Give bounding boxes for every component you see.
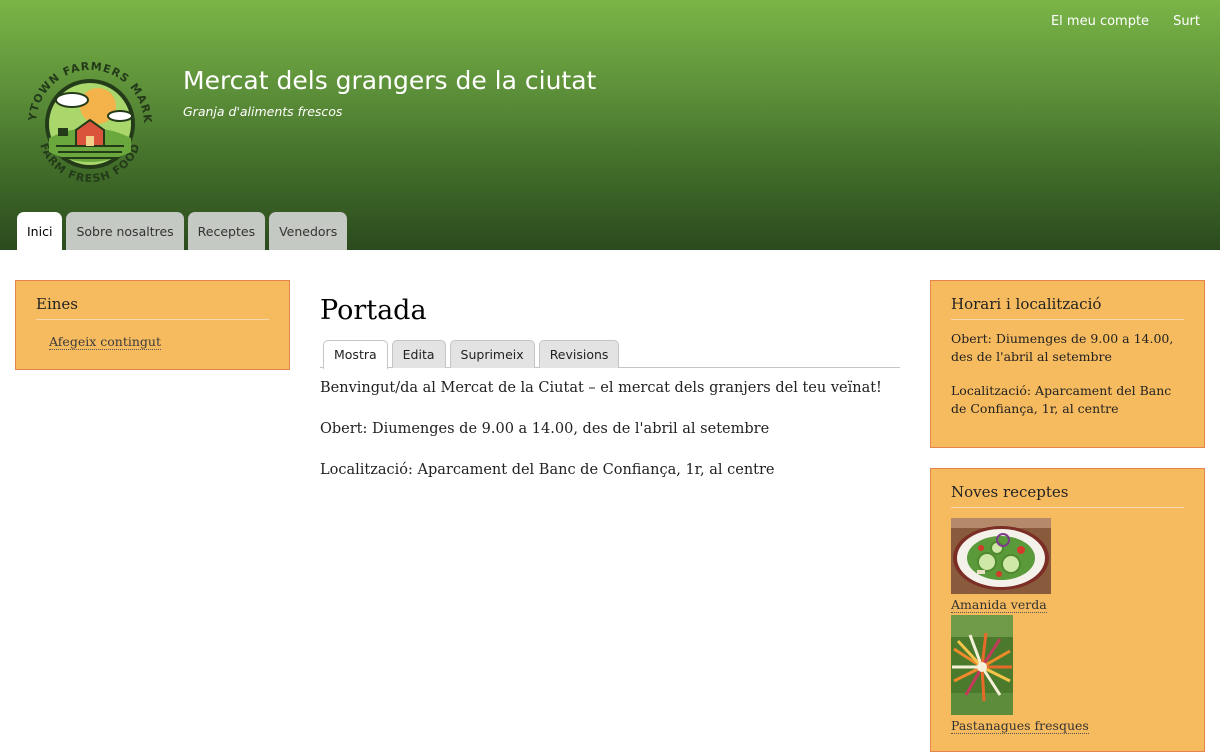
add-content-link[interactable]: Afegeix contingut <box>49 334 161 350</box>
tab-delete[interactable]: Suprimeix <box>449 340 535 368</box>
main-menu-recipes[interactable]: Receptes <box>187 212 266 250</box>
main-menu-vendors[interactable]: Venedors <box>269 212 348 250</box>
site-slogan: Granja d'aliments frescos <box>183 104 343 119</box>
tools-block: Eines Afegeix contingut <box>15 280 290 370</box>
secondary-menu: El meu compte Surt <box>1039 14 1212 29</box>
page-title: Portada <box>320 295 427 326</box>
recipes-block-title: Noves receptes <box>951 483 1184 508</box>
main-menu-about[interactable]: Sobre nosaltres <box>66 212 184 250</box>
body-text: Benvingut/da al Mercat de la Ciutat – el… <box>320 378 900 481</box>
tab-view[interactable]: Mostra <box>323 340 388 369</box>
hours-block-open: Obert: Diumenges de 9.00 a 14.00, des de… <box>951 331 1174 364</box>
main-menu: Inici Sobre nosaltres Receptes Venedors <box>17 212 348 250</box>
recipe-link-carrots[interactable]: Pastanagues fresques <box>951 718 1089 734</box>
salad-image[interactable] <box>951 518 1051 594</box>
tools-block-title: Eines <box>36 295 269 320</box>
local-tabs: Mostra Edita Suprimeix Revisions <box>320 340 900 369</box>
location-paragraph: Localització: Aparcament del Banc de Con… <box>320 462 775 478</box>
recipe-link-salad[interactable]: Amanida verda <box>951 597 1047 613</box>
tab-edit[interactable]: Edita <box>391 340 446 368</box>
logout-link[interactable]: Surt <box>1161 14 1212 29</box>
welcome-paragraph: Benvingut/da al Mercat de la Ciutat – el… <box>320 380 882 396</box>
hours-paragraph: Obert: Diumenges de 9.00 a 14.00, des de… <box>320 421 770 437</box>
tab-revisions[interactable]: Revisions <box>538 340 620 368</box>
site-header: El meu compte Surt ANYTOWN FARMERS MARKE… <box>0 0 1220 250</box>
hours-block-location: Localització: Aparcament del Banc de Con… <box>951 383 1172 416</box>
my-account-link[interactable]: El meu compte <box>1039 14 1161 29</box>
carrots-image[interactable] <box>951 615 1013 715</box>
site-logo[interactable]: ANYTOWN FARMERS MARKET FARM FRESH FOOD <box>16 50 164 198</box>
main-menu-home[interactable]: Inici <box>17 212 63 250</box>
main-content: Portada Mostra Edita Suprimeix Revisions… <box>320 295 900 481</box>
site-name[interactable]: Mercat dels grangers de la ciutat <box>183 66 596 95</box>
hours-block-title: Horari i localització <box>951 295 1184 320</box>
new-recipes-block: Noves receptes Amanida verda Pastanagues… <box>930 468 1205 752</box>
hours-location-block: Horari i localització Obert: Diumenges d… <box>930 280 1205 448</box>
